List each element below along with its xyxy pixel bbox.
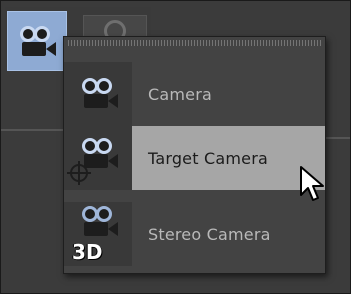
menu-item-stereo-camera[interactable]: 3D Stereo Camera <box>64 202 325 266</box>
target-icon <box>67 161 91 185</box>
mouse-cursor-icon <box>300 166 324 201</box>
viewport: Camera Target Camera 3D Stereo Camera <box>0 0 351 294</box>
camera-flyout-menu: Camera Target Camera 3D Stereo Camera <box>63 36 326 274</box>
3d-badge: 3D <box>72 240 103 264</box>
floor-line <box>1 129 71 131</box>
menu-item-label: Camera <box>148 84 212 104</box>
menu-item-camera[interactable]: Camera <box>64 62 325 126</box>
menu-item-label: Stereo Camera <box>148 224 271 244</box>
camera-tool-button[interactable] <box>7 11 67 71</box>
menu-item-label: Target Camera <box>148 148 268 168</box>
menu-grip[interactable] <box>68 40 321 46</box>
icon-cell <box>64 126 132 190</box>
icon-cell: 3D <box>64 202 132 266</box>
icon-cell <box>64 62 132 126</box>
menu-item-target-camera[interactable]: Target Camera <box>64 126 325 190</box>
